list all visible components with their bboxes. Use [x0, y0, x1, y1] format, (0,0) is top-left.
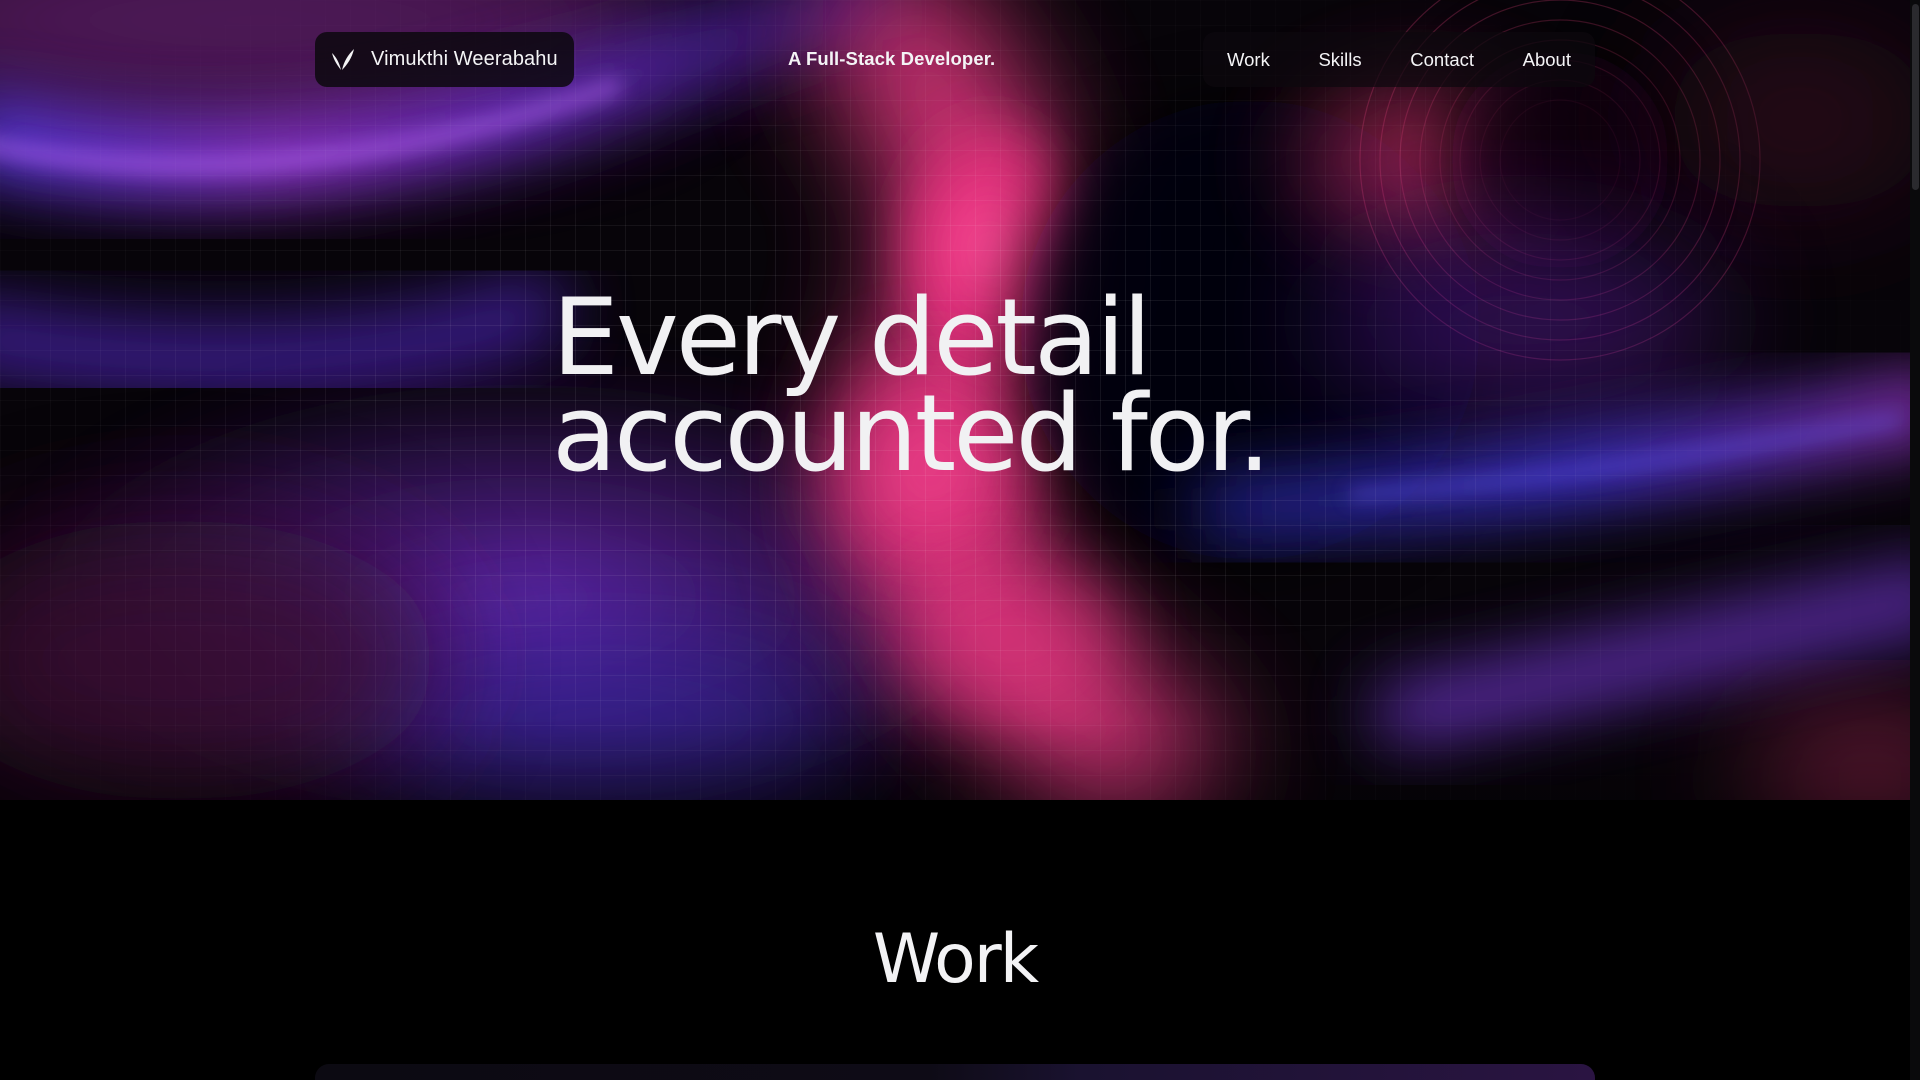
work-project-card[interactable]	[315, 1064, 1595, 1080]
work-section-title: Work	[872, 920, 1039, 999]
hero-bottom-fade	[0, 720, 1910, 800]
nav-link-work[interactable]: Work	[1227, 49, 1270, 71]
page-scrollbar[interactable]	[1910, 0, 1920, 1080]
scrollbar-thumb[interactable]	[1912, 4, 1919, 190]
leaf-logo-icon	[332, 48, 354, 70]
nav-link-contact[interactable]: Contact	[1410, 49, 1474, 71]
main-nav: Work Skills Contact About	[1203, 32, 1595, 87]
hero-headline: Every detail accounted for.	[552, 285, 1271, 495]
nav-link-skills[interactable]: Skills	[1318, 49, 1361, 71]
brand-name: Vimukthi Weerabahu	[371, 48, 558, 70]
nav-link-about[interactable]: About	[1523, 49, 1571, 71]
hero-section: Every detail accounted for.	[0, 0, 1910, 800]
page: Every detail accounted for. Vimukthi Wee…	[0, 0, 1920, 1080]
hero-headline-line-2: accounted for.	[552, 372, 1271, 495]
header-tagline: A Full-Stack Developer.	[788, 48, 996, 69]
brand-home-link[interactable]: Vimukthi Weerabahu	[315, 32, 574, 87]
